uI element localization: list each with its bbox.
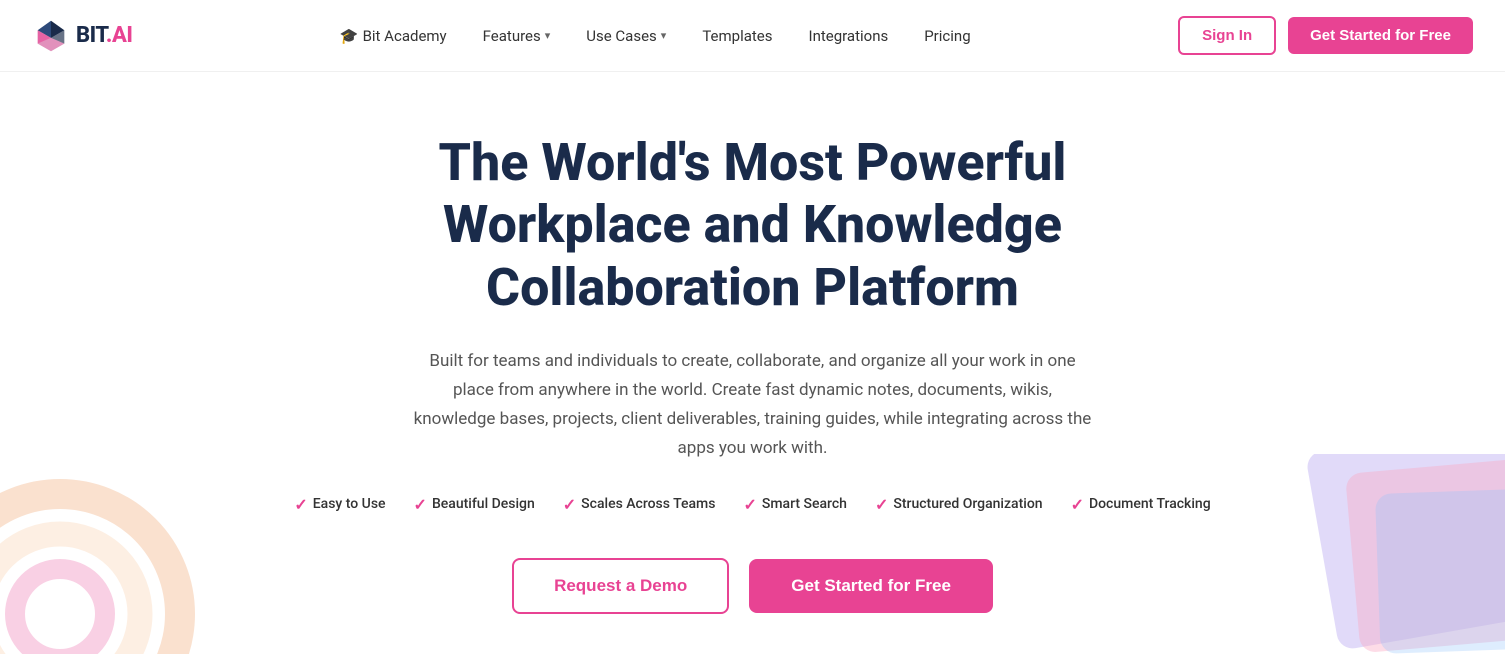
nav-integrations[interactable]: Integrations [794,19,902,53]
nav-pricing-label: Pricing [924,27,970,45]
feature-scales-across-teams: ✓ Scales Across Teams [563,495,716,514]
feature-structured-organization: ✓ Structured Organization [875,495,1043,514]
hero-title: The World's Most Powerful Workplace and … [303,132,1203,319]
feature-label-5: Structured Organization [893,496,1042,512]
features-chevron-icon: ▾ [545,29,551,42]
decorative-right [1225,454,1505,654]
nav-features[interactable]: Features ▾ [469,19,565,53]
check-icon-6: ✓ [1071,495,1084,514]
nav-academy[interactable]: 🎓 Bit Academy [326,19,461,53]
check-icon-5: ✓ [875,495,888,514]
check-icon-2: ✓ [414,495,427,514]
feature-easy-to-use: ✓ Easy to Use [294,495,385,514]
bit-logo-icon [32,17,70,55]
feature-smart-search: ✓ Smart Search [743,495,847,514]
feature-label-3: Scales Across Teams [581,496,715,512]
signin-button[interactable]: Sign In [1178,16,1276,55]
feature-label-1: Easy to Use [313,496,386,512]
hero-subtitle: Built for teams and individuals to creat… [413,347,1093,463]
nav-templates-label: Templates [702,27,772,45]
use-cases-chevron-icon: ▾ [661,29,667,42]
hero-get-started-button[interactable]: Get Started for Free [749,559,993,613]
hero-buttons: Request a Demo Get Started for Free [512,558,993,614]
feature-document-tracking: ✓ Document Tracking [1071,495,1211,514]
nav-templates[interactable]: Templates [688,19,786,53]
feature-label-4: Smart Search [762,496,847,512]
nav-use-cases[interactable]: Use Cases ▾ [572,19,680,53]
nav-features-label: Features [483,27,541,45]
feature-label-2: Beautiful Design [432,496,535,512]
nav-links: 🎓 Bit Academy Features ▾ Use Cases ▾ Tem… [326,19,985,53]
feature-beautiful-design: ✓ Beautiful Design [414,495,535,514]
nav-use-cases-label: Use Cases [586,27,657,45]
navbar: BIT.AI 🎓 Bit Academy Features ▾ Use Case… [0,0,1505,72]
decorative-circles-left [0,434,220,654]
check-icon-4: ✓ [743,495,756,514]
hero-section: The World's Most Powerful Workplace and … [0,72,1505,654]
logo-text: BIT.AI [76,23,132,48]
hero-features-list: ✓ Easy to Use ✓ Beautiful Design ✓ Scale… [294,495,1210,514]
logo[interactable]: BIT.AI [32,17,132,55]
feature-label-6: Document Tracking [1089,496,1211,512]
nav-integrations-label: Integrations [808,27,888,45]
nav-get-started-button[interactable]: Get Started for Free [1288,17,1473,54]
nav-pricing[interactable]: Pricing [910,19,984,53]
request-demo-button[interactable]: Request a Demo [512,558,729,614]
check-icon-3: ✓ [563,495,576,514]
nav-academy-label: Bit Academy [363,27,447,45]
nav-actions: Sign In Get Started for Free [1178,16,1473,55]
check-icon-1: ✓ [294,495,307,514]
academy-icon: 🎓 [340,27,359,45]
